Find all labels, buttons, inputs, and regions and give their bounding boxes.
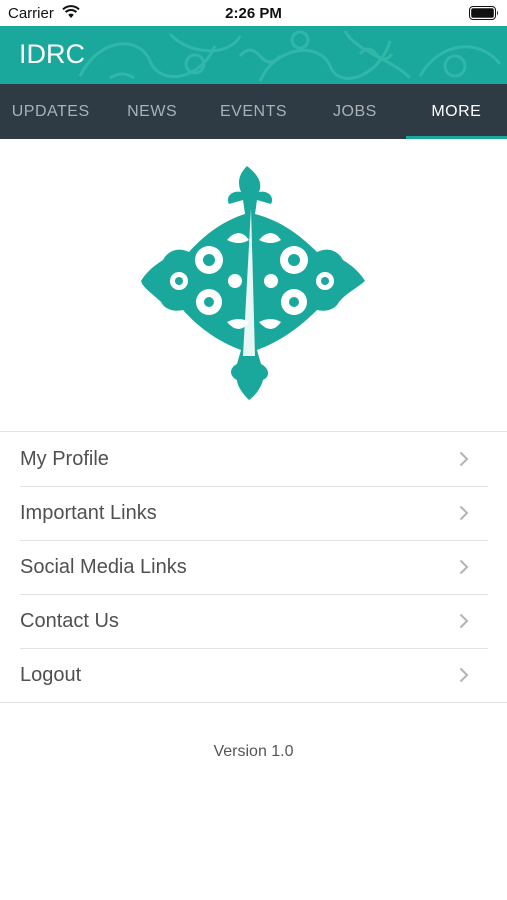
menu-item-label: Logout [20, 663, 82, 686]
chevron-right-icon [459, 451, 469, 467]
tab-jobs[interactable]: JOBS [304, 84, 405, 139]
tab-label: MORE [431, 102, 482, 120]
chevron-right-icon [459, 613, 469, 629]
more-menu-list: My Profile Important Links Social Media … [0, 431, 507, 703]
menu-item-important-links[interactable]: Important Links [0, 486, 507, 540]
status-bar: Carrier 2:26 PM [0, 0, 507, 26]
tab-news[interactable]: NEWS [101, 84, 202, 139]
menu-item-label: Contact Us [20, 609, 119, 632]
menu-item-label: My Profile [20, 447, 109, 470]
chevron-right-icon [459, 559, 469, 575]
status-time: 2:26 PM [225, 5, 282, 22]
version-label: Version 1.0 [213, 743, 294, 760]
tab-events[interactable]: EVENTS [203, 84, 304, 139]
tab-updates[interactable]: UPDATES [0, 84, 101, 139]
tab-more[interactable]: MORE [405, 84, 507, 139]
menu-item-contact-us[interactable]: Contact Us [0, 594, 507, 648]
menu-item-social-media-links[interactable]: Social Media Links [0, 540, 507, 594]
chevron-right-icon [459, 667, 469, 683]
menu-item-label: Important Links [20, 501, 157, 524]
tab-label: EVENTS [220, 102, 288, 120]
chevron-right-icon [459, 505, 469, 521]
idrc-ornament-logo [140, 166, 365, 400]
logo-container [0, 160, 507, 405]
app-header: IDRC [0, 26, 507, 84]
menu-item-logout[interactable]: Logout [0, 648, 507, 702]
tab-label: NEWS [127, 102, 178, 120]
tab-label: UPDATES [11, 102, 90, 120]
active-tab-indicator [405, 136, 507, 139]
tab-label: JOBS [333, 102, 377, 120]
tab-bar: UPDATES NEWS EVENTS JOBS MORE [0, 84, 507, 139]
menu-item-my-profile[interactable]: My Profile [0, 432, 507, 486]
menu-item-label: Social Media Links [20, 555, 187, 578]
app-title: IDRC [19, 39, 85, 69]
battery-icon [469, 6, 498, 20]
